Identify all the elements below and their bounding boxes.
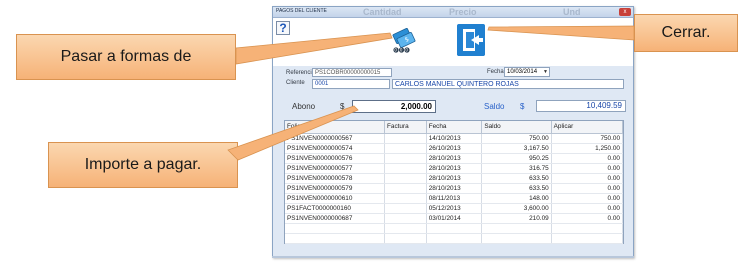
arrow-to-payment-icon bbox=[235, 32, 393, 65]
callout-arrows bbox=[227, 25, 635, 161]
arrow-to-close-icon bbox=[487, 25, 635, 41]
arrow-to-amount-field bbox=[227, 105, 359, 161]
